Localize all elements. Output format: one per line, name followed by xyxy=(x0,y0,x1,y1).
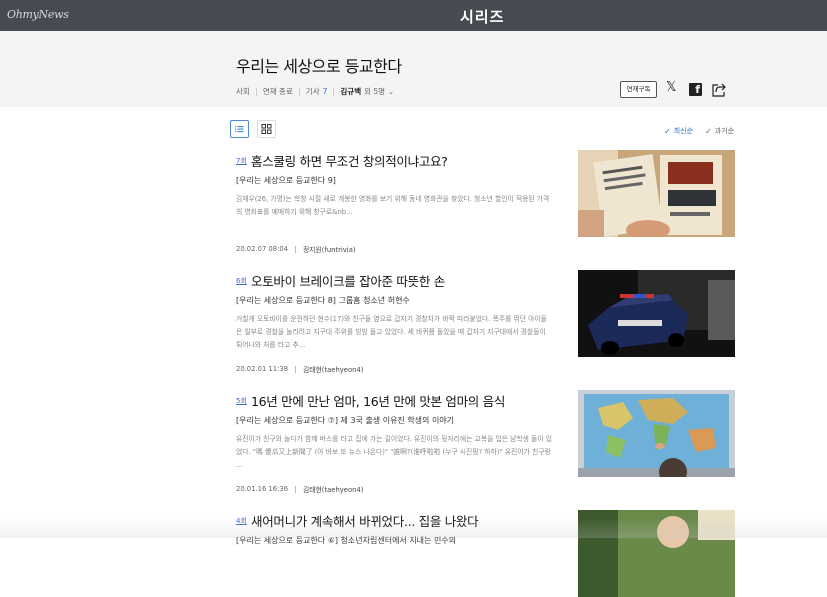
series-logo[interactable]: 시리즈 xyxy=(460,6,504,27)
x-share-icon[interactable]: 𝕏 xyxy=(666,81,678,95)
sort-oldest-label: 과거순 xyxy=(714,127,735,135)
scroll-fade xyxy=(0,518,827,538)
episode-number[interactable]: 6회 xyxy=(236,276,247,286)
article-date: 20.02.07 08:04 xyxy=(236,245,289,253)
article-reporter[interactable]: 김태현(taehyeon4) xyxy=(303,484,363,494)
sort-newest-button[interactable]: ✓ 최신순 xyxy=(664,126,693,136)
article-summary[interactable]: 유진이가 친구와 놀다가 함께 버스를 타고 집에 가는 길이었다. 유진이의 … xyxy=(236,433,552,472)
article-date: 20.02.01 11:38 xyxy=(236,365,289,373)
article-meta: 20.02.01 11:38 김태현(taehyeon4) xyxy=(236,364,363,374)
author-main[interactable]: 김규백 xyxy=(340,86,361,97)
check-icon: ✓ xyxy=(705,126,712,136)
article-count-label: 기사 xyxy=(305,87,320,96)
category-link[interactable]: 사회 xyxy=(236,86,250,97)
divider xyxy=(298,87,300,96)
divider xyxy=(333,87,335,96)
share-icon[interactable] xyxy=(712,82,726,97)
article-title[interactable]: 오토바이 브레이크를 잡아준 따뜻한 손 xyxy=(251,271,445,290)
facebook-share-icon[interactable]: f xyxy=(689,83,702,96)
divider xyxy=(255,87,257,96)
article-meta: 20.01.16 16:36 김태현(taehyeon4) xyxy=(236,484,363,494)
episode-number[interactable]: 7회 xyxy=(236,156,247,166)
series-header: 우리는 세상으로 등교한다 사회 연재 종료 기사 7 김규백 외 5명 ⌄ 연… xyxy=(0,31,827,107)
grid-view-toggle[interactable] xyxy=(257,120,276,138)
subscribe-button[interactable]: 연재구독 xyxy=(620,81,657,98)
article-meta: 20.02.07 08:04 정지원(funtrivia) xyxy=(236,244,356,254)
article-count: 7 xyxy=(322,87,328,96)
top-navigation-bar: OhmyNews 시리즈 xyxy=(0,0,827,31)
grid-icon xyxy=(261,124,272,134)
chevron-down-icon[interactable]: ⌄ xyxy=(388,88,394,96)
article-summary[interactable]: 거칠게 오토바이를 운전하던 현수(17)와 친구들 옆으로 갑자기 경찰차가 … xyxy=(236,313,552,352)
article-title[interactable]: 16년 만에 만난 엄마, 16년 만에 맛본 엄마의 음식 xyxy=(251,391,505,410)
article-summary[interactable]: 김재우(26, 가명)는 학창 시절 새로 개봉한 영화를 보기 위해 동네 영… xyxy=(236,193,552,232)
divider xyxy=(295,485,297,493)
article-subtitle[interactable]: [우리는 세상으로 등교한다 ⑦] 제 3국 출생 이유진 학생의 이야기 xyxy=(236,415,454,426)
ohmynews-logo[interactable]: OhmyNews xyxy=(7,8,69,21)
list-icon xyxy=(235,126,244,133)
series-title: 우리는 세상으로 등교한다 xyxy=(236,57,402,76)
sort-oldest-button[interactable]: ✓ 과거순 xyxy=(705,126,734,136)
episode-number[interactable]: 5회 xyxy=(236,396,247,406)
list-view-toggle[interactable] xyxy=(230,120,249,138)
article-thumbnail[interactable] xyxy=(578,390,735,477)
divider xyxy=(295,245,297,253)
divider xyxy=(295,365,297,373)
article-date: 20.01.16 16:36 xyxy=(236,485,289,493)
article-title[interactable]: 홈스쿨링 하면 무조건 창의적이냐고요? xyxy=(251,151,448,170)
article-reporter[interactable]: 김태현(taehyeon4) xyxy=(303,364,363,374)
article-reporter[interactable]: 정지원(funtrivia) xyxy=(303,244,356,254)
series-status: 연재 종료 xyxy=(262,87,293,96)
article-thumbnail[interactable] xyxy=(578,150,735,237)
sort-newest-label: 최신순 xyxy=(673,127,694,135)
article-thumbnail[interactable] xyxy=(578,270,735,357)
series-meta: 사회 연재 종료 기사 7 김규백 외 5명 ⌄ xyxy=(236,86,394,97)
check-icon: ✓ xyxy=(664,126,671,136)
author-others[interactable]: 외 5명 xyxy=(364,86,385,97)
article-subtitle[interactable]: [우리는 세상으로 등교한다 8] 그룹홈 청소년 허현수 xyxy=(236,295,410,306)
article-subtitle[interactable]: [우리는 세상으로 등교한다 9] xyxy=(236,175,336,186)
